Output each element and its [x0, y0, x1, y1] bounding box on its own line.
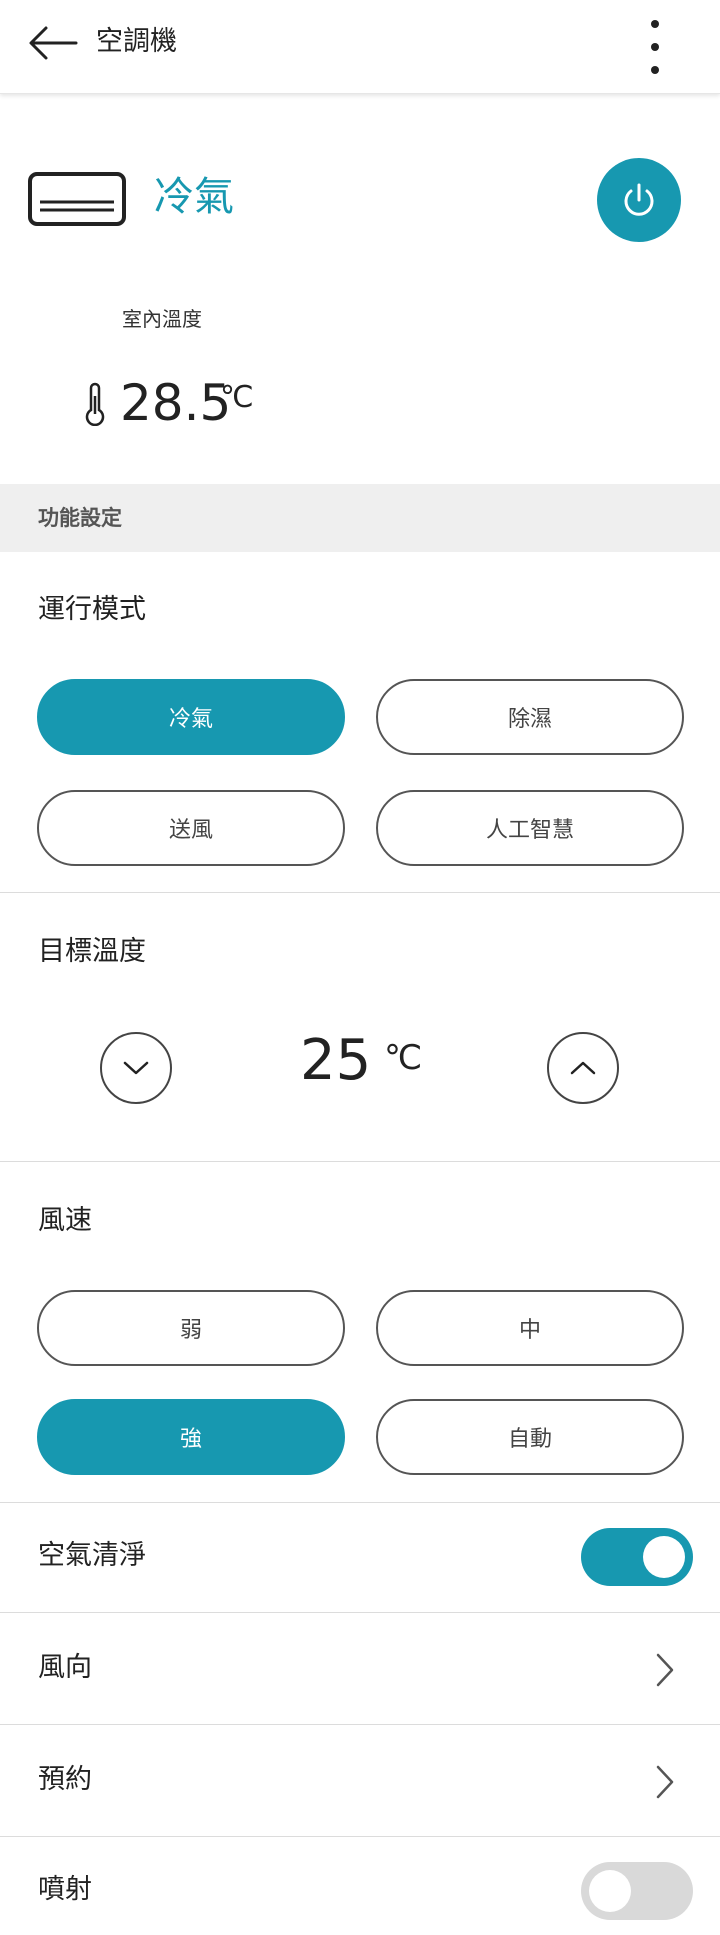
section-header: 功能設定	[0, 484, 720, 552]
mode-option-ai[interactable]: 人工智慧	[376, 790, 684, 866]
page-title: 空調機	[96, 26, 177, 57]
fan-speed-auto[interactable]: 自動	[376, 1399, 684, 1475]
temp-up-button[interactable]	[547, 1032, 619, 1104]
jet-toggle[interactable]	[581, 1862, 693, 1920]
divider	[0, 1612, 720, 1613]
power-button[interactable]	[597, 158, 681, 242]
device-status-panel	[0, 94, 720, 484]
divider	[0, 1724, 720, 1725]
divider	[0, 1836, 720, 1837]
temp-down-button[interactable]	[100, 1032, 172, 1104]
fan-speed-high[interactable]: 強	[37, 1399, 345, 1475]
power-icon	[624, 183, 654, 216]
indoor-temp-value: 28.5	[120, 374, 232, 432]
wind-direction-label: 風向	[38, 1652, 92, 1683]
jet-label: 噴射	[38, 1874, 92, 1905]
divider	[0, 1161, 720, 1162]
mode-option-fan[interactable]: 送風	[37, 790, 345, 866]
section-header-label: 功能設定	[38, 506, 122, 530]
air-purify-toggle[interactable]	[581, 1528, 693, 1586]
chevron-down-icon	[123, 1061, 149, 1075]
chevron-up-icon	[570, 1061, 596, 1075]
chevron-right-icon[interactable]	[652, 1650, 678, 1690]
operation-mode-title: 運行模式	[38, 594, 146, 625]
target-temp-value: 25	[300, 1028, 372, 1093]
air-conditioner-icon	[28, 172, 126, 226]
mode-option-cool[interactable]: 冷氣	[37, 679, 345, 755]
indoor-temp-unit: ℃	[220, 380, 254, 415]
current-mode-label: 冷氣	[154, 174, 234, 220]
mode-option-dehumidify[interactable]: 除濕	[376, 679, 684, 755]
fan-speed-medium[interactable]: 中	[376, 1290, 684, 1366]
target-temp-unit: ℃	[384, 1038, 423, 1078]
more-vertical-icon[interactable]	[640, 18, 670, 80]
indoor-temp-label: 室內溫度	[122, 307, 202, 331]
schedule-label: 預約	[38, 1764, 92, 1795]
toggle-knob	[643, 1536, 685, 1578]
fan-speed-title: 風速	[38, 1205, 92, 1236]
chevron-right-icon[interactable]	[652, 1762, 678, 1802]
divider	[0, 1502, 720, 1503]
thermometer-icon	[85, 382, 105, 426]
app-bar: 空調機	[0, 0, 720, 94]
target-temp-title: 目標溫度	[38, 936, 146, 967]
arrow-left-icon[interactable]	[26, 22, 80, 64]
air-purify-label: 空氣清淨	[38, 1540, 146, 1571]
fan-speed-low[interactable]: 弱	[37, 1290, 345, 1366]
toggle-knob	[589, 1870, 631, 1912]
divider	[0, 892, 720, 893]
